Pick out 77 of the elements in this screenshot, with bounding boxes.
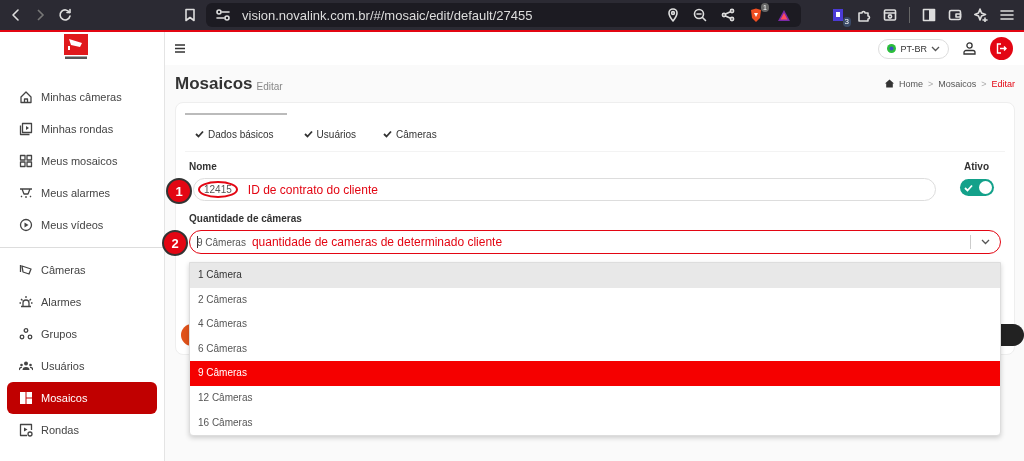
field-label: Nome xyxy=(189,161,218,174)
sparkle-icon[interactable] xyxy=(974,8,988,22)
sidebar-item[interactable]: Mosaicos xyxy=(7,382,157,414)
forward-icon[interactable] xyxy=(34,8,46,22)
field-label: Ativo xyxy=(964,161,989,174)
chevron-down-icon xyxy=(931,45,940,52)
home-icon xyxy=(884,79,894,88)
logout-button[interactable] xyxy=(990,37,1013,60)
puzzle-icon[interactable] xyxy=(857,8,871,22)
sidebar-item[interactable]: Meus mosaicos xyxy=(7,145,157,177)
field-label: Quantidade de câmeras xyxy=(189,213,303,226)
grid-icon xyxy=(19,154,33,168)
check-icon xyxy=(195,130,204,138)
breadcrumb-separator: > xyxy=(981,78,987,89)
reload-icon[interactable] xyxy=(58,8,72,22)
sidebar-item[interactable]: Câmeras xyxy=(7,254,157,286)
sidebar-item[interactable]: Minhas câmeras xyxy=(7,81,157,113)
step-number: 2 xyxy=(162,230,188,256)
breadcrumb-link[interactable]: Mosaicos xyxy=(938,78,977,89)
triangle-icon[interactable] xyxy=(777,8,791,22)
group-icon xyxy=(19,327,33,341)
shield-icon[interactable] xyxy=(749,7,763,23)
step-number: 1 xyxy=(166,178,192,204)
page-title: Mosaicos xyxy=(175,73,253,94)
annotation-text: quantidade de cameras de determinado cliente xyxy=(251,235,503,249)
breadcrumb-link[interactable]: Home xyxy=(898,78,923,89)
mosaic-icon xyxy=(19,391,33,405)
settings-icon[interactable] xyxy=(216,9,230,21)
user-icon[interactable] xyxy=(963,42,976,55)
camera-icon xyxy=(19,263,33,277)
bookmark-icon[interactable] xyxy=(184,8,196,22)
logo xyxy=(63,33,89,61)
home-icon xyxy=(19,90,33,104)
alarm-light-icon xyxy=(19,295,33,309)
dropdown-option[interactable]: 16 Câmeras xyxy=(190,410,1000,436)
circled-value: 12415 xyxy=(198,181,238,198)
check-icon xyxy=(303,130,313,138)
sidebar-item[interactable]: Meus alarmes xyxy=(7,177,157,209)
dropdown-option[interactable]: 1 Câmera xyxy=(190,263,1000,288)
video-gear-icon xyxy=(19,423,33,437)
annotation-text: ID de contrato do cliente xyxy=(247,182,378,197)
sidebar-item[interactable]: Rondas xyxy=(7,414,157,446)
sidebar-item[interactable]: Grupos xyxy=(7,318,157,350)
breadcrumb-current: Editar xyxy=(991,78,1015,89)
users-icon xyxy=(19,359,33,373)
menu-icon[interactable] xyxy=(175,44,185,53)
breadcrumb-separator: > xyxy=(927,78,934,89)
sidebar-item[interactable]: Meus vídeos xyxy=(7,209,157,241)
language-selector[interactable]: PT-BR xyxy=(878,38,949,59)
url-text: vision.novalink.com.br/#/mosaic/edit/default/27455 xyxy=(242,7,533,23)
dropdown-option[interactable]: 12 Câmeras xyxy=(190,385,1000,411)
chevron-down-icon xyxy=(981,239,990,245)
wallet-icon[interactable] xyxy=(948,8,962,22)
dropdown-option[interactable]: 9 Câmeras xyxy=(190,361,1000,386)
window-search-icon[interactable] xyxy=(883,8,897,22)
extension-icon[interactable] xyxy=(831,8,845,22)
flag-icon xyxy=(887,44,897,53)
sidebar-item[interactable]: Alarmes xyxy=(7,286,157,318)
toggle-switch[interactable] xyxy=(959,179,994,196)
logout-icon xyxy=(996,43,1007,54)
check-icon xyxy=(383,130,393,138)
dropdown-option[interactable]: 4 Câmeras xyxy=(190,312,1000,337)
dropdown-option[interactable]: 6 Câmeras xyxy=(190,336,1000,362)
back-icon[interactable] xyxy=(10,8,22,22)
siren-icon xyxy=(19,186,33,200)
play-stack-icon xyxy=(19,122,33,136)
play-circle-icon xyxy=(19,218,33,232)
zoom-out-icon[interactable] xyxy=(693,8,707,22)
dropdown-option[interactable]: 2 Câmeras xyxy=(190,287,1000,313)
share-icon[interactable] xyxy=(721,8,735,22)
sidebar-item[interactable]: Minhas rondas xyxy=(7,113,157,145)
sidebar-icon[interactable] xyxy=(922,8,936,22)
check-icon xyxy=(963,183,973,192)
page-subtitle: Editar xyxy=(256,80,283,92)
location-pin-icon[interactable] xyxy=(667,8,679,22)
count-badge: 3 xyxy=(842,17,851,27)
sidebar-item[interactable]: Usuários xyxy=(7,350,157,382)
